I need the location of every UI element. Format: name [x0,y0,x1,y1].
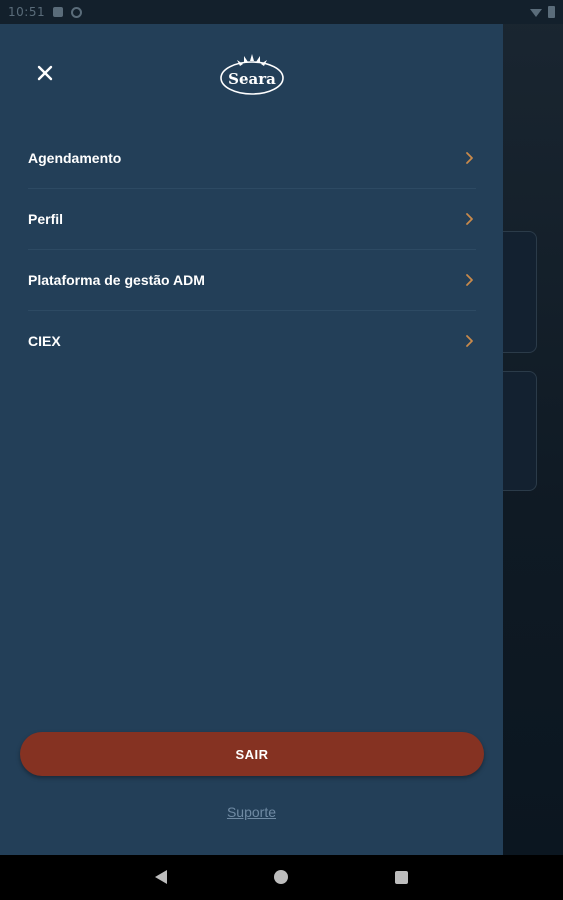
recent-apps-icon[interactable] [395,871,408,884]
logo-text: Seara [228,70,276,88]
battery-icon [548,6,555,18]
menu-item-label: Plataforma de gestão ADM [28,272,205,288]
notification-icon [53,7,64,17]
menu-item-agendamento[interactable]: Agendamento [28,128,476,189]
status-bar: 10:51 [0,0,563,24]
menu-item-plataforma-adm[interactable]: Plataforma de gestão ADM [28,250,476,311]
chevron-right-icon [466,335,473,347]
chevron-right-icon [466,152,473,164]
support-link[interactable]: Suporte [0,804,503,820]
menu-item-perfil[interactable]: Perfil [28,189,476,250]
menu-item-label: CIEX [28,333,61,349]
chevron-right-icon [466,213,473,225]
seara-logo: Seara [218,52,286,96]
chevron-right-icon [466,274,473,286]
drawer-menu: Agendamento Perfil Plataforma de gestão … [28,128,476,371]
wifi-icon [530,9,542,17]
system-navigation-bar [0,855,563,900]
menu-item-ciex[interactable]: CIEX [28,311,476,371]
navigation-drawer: Seara Agendamento Perfil Plataforma de g… [0,24,503,855]
back-icon[interactable] [155,870,167,884]
home-icon[interactable] [274,870,288,884]
status-time: 10:51 [8,5,46,19]
menu-item-label: Perfil [28,211,64,227]
close-drawer-button[interactable] [33,61,57,85]
logout-button[interactable]: SAIR [20,732,484,776]
sync-icon [71,6,83,18]
menu-item-label: Agendamento [28,150,122,166]
close-icon [37,65,53,81]
